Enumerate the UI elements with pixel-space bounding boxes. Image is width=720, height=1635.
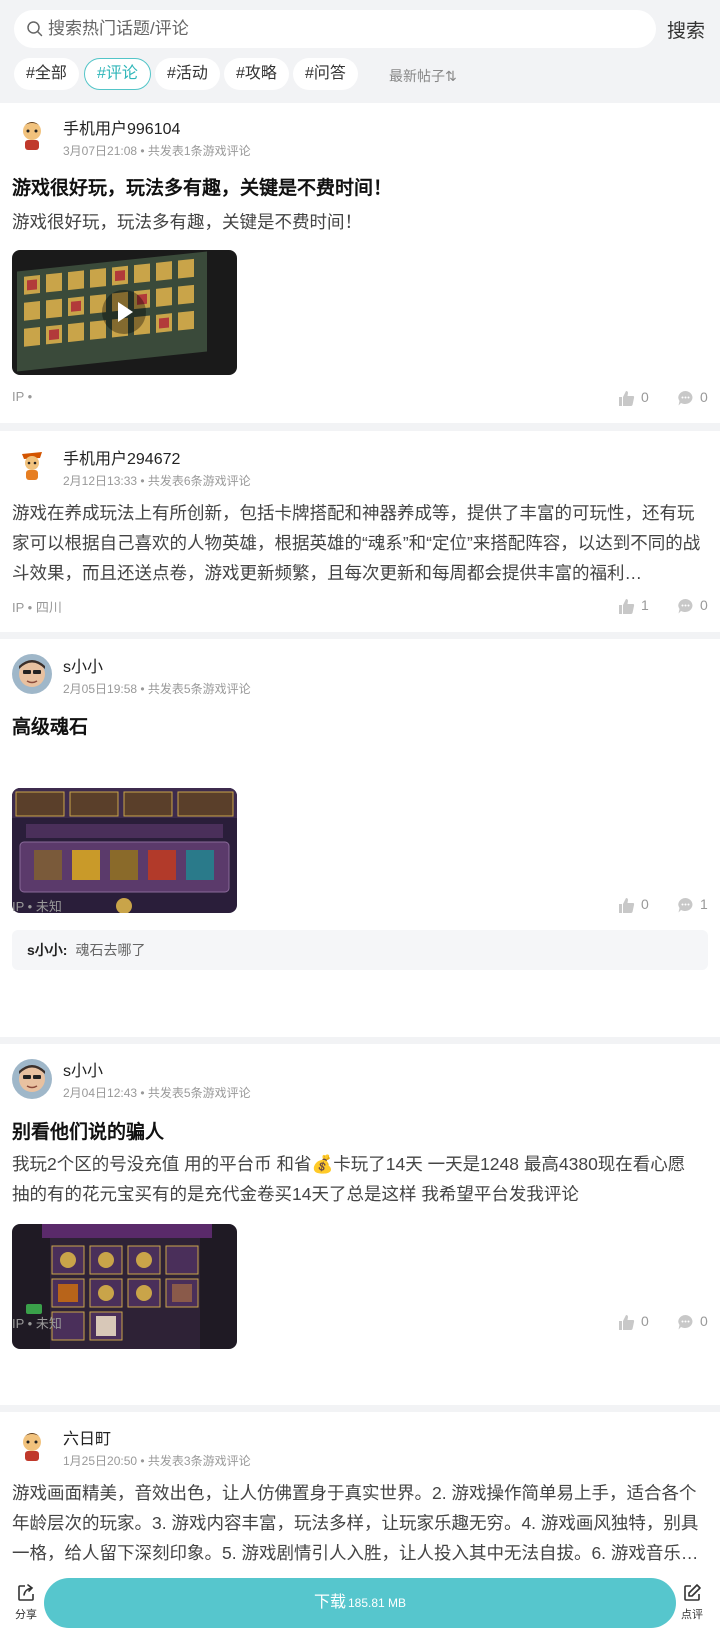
comment-icon bbox=[678, 390, 693, 406]
post-card[interactable]: s小小 2月05日19:58 • 共发表5条游戏评论 高级魂石 IP • 未知 … bbox=[0, 639, 720, 1037]
comment-icon bbox=[678, 897, 693, 913]
avatar[interactable] bbox=[12, 115, 52, 155]
like-count: 0 bbox=[641, 389, 649, 405]
like-count: 1 bbox=[641, 597, 649, 613]
comment-button[interactable]: 1 bbox=[677, 894, 708, 914]
post-text: 游戏在养成玩法上有所创新，包括卡牌搭配和神器养成等，提供了丰富的可玩性，还有玩家… bbox=[12, 503, 701, 583]
thumbs-up-icon bbox=[619, 598, 635, 614]
post-card[interactable]: 手机用户294672 2月12日13:33 • 共发表6条游戏评论 游戏在养成玩… bbox=[0, 431, 720, 632]
thumbs-up-icon bbox=[619, 1314, 635, 1330]
comment-count: 0 bbox=[700, 597, 708, 613]
post-meta: 3月07日21:08 • 共发表1条游戏评论 bbox=[63, 144, 251, 158]
username[interactable]: s小小 bbox=[63, 1057, 103, 1081]
download-label: 下载 bbox=[313, 1594, 346, 1611]
tag-qa[interactable]: #问答 bbox=[293, 58, 358, 90]
reply-preview[interactable]: s小小: 魂石去哪了 bbox=[12, 930, 708, 970]
post-meta: 2月12日13:33 • 共发表6条游戏评论 bbox=[63, 474, 251, 488]
comment-count: 0 bbox=[700, 389, 708, 405]
post-card[interactable]: s小小 2月04日12:43 • 共发表5条游戏评论 别看他们说的骗人 我玩2个… bbox=[0, 1044, 720, 1405]
tag-all[interactable]: #全部 bbox=[14, 58, 79, 90]
comment-button[interactable]: 0 bbox=[677, 387, 708, 407]
username[interactable]: 手机用户294672 bbox=[63, 445, 180, 469]
share-icon bbox=[18, 1584, 34, 1601]
tag-events[interactable]: #活动 bbox=[155, 58, 220, 90]
comment-icon bbox=[678, 598, 693, 614]
post-title: 高级魂石 bbox=[12, 717, 89, 738]
avatar-image bbox=[12, 444, 52, 484]
search-icon bbox=[27, 21, 43, 37]
search-box[interactable] bbox=[14, 10, 656, 48]
like-count: 0 bbox=[641, 896, 649, 912]
post-meta: 2月05日19:58 • 共发表5条游戏评论 bbox=[63, 682, 251, 696]
ip-location: IP • bbox=[12, 389, 33, 404]
ip-location: IP • 四川 bbox=[12, 600, 62, 615]
like-button[interactable]: 0 bbox=[618, 894, 649, 914]
edit-icon bbox=[684, 1584, 701, 1601]
tag-guides[interactable]: #攻略 bbox=[224, 58, 289, 90]
reply-text: 魂石去哪了 bbox=[75, 942, 146, 958]
game-screenshot-image bbox=[12, 788, 237, 913]
tag-reviews[interactable]: #评论 bbox=[84, 58, 151, 90]
username[interactable]: 手机用户996104 bbox=[63, 115, 180, 139]
avatar-image bbox=[12, 115, 52, 155]
thumbs-up-icon bbox=[619, 390, 635, 406]
post-image[interactable] bbox=[12, 788, 237, 913]
search-input[interactable] bbox=[48, 10, 638, 48]
post-text: 我玩2个区的号没充值 用的平台币 和省💰卡玩了14天 一天是1248 最高438… bbox=[12, 1154, 686, 1204]
avatar[interactable] bbox=[12, 654, 52, 694]
post-text: 游戏画面精美，音效出色，让人仿佛置身于真实世界。2. 游戏操作简单易上手，适合各… bbox=[12, 1483, 699, 1563]
ip-location: IP • 未知 bbox=[12, 1316, 62, 1331]
avatar[interactable] bbox=[12, 444, 52, 484]
share-button[interactable]: 分享 bbox=[4, 1583, 48, 1622]
bottom-bar: 分享 下载 185.81 MB 点评 bbox=[0, 1575, 720, 1635]
reply-username: s小小: bbox=[27, 942, 68, 958]
download-size: 185.81 MB bbox=[347, 1596, 407, 1610]
avatar-image bbox=[12, 1426, 52, 1466]
comment-button[interactable]: 0 bbox=[677, 1311, 708, 1331]
review-label: 点评 bbox=[681, 1609, 703, 1621]
avatar-image bbox=[12, 1059, 52, 1099]
avatar-image bbox=[12, 654, 52, 694]
video-thumbnail[interactable] bbox=[12, 250, 237, 375]
download-button[interactable]: 下载 185.81 MB bbox=[44, 1578, 676, 1628]
comment-count: 1 bbox=[700, 896, 708, 912]
like-button[interactable]: 1 bbox=[618, 595, 649, 615]
comment-count: 0 bbox=[700, 1313, 708, 1329]
post-meta: 2月04日12:43 • 共发表5条游戏评论 bbox=[63, 1086, 251, 1100]
review-button[interactable]: 点评 bbox=[670, 1583, 714, 1622]
like-count: 0 bbox=[641, 1313, 649, 1329]
username[interactable]: 六日町 bbox=[63, 1425, 111, 1449]
search-button[interactable]: 搜索 bbox=[667, 16, 705, 43]
sort-toggle[interactable]: 最新帖子⇅ bbox=[389, 66, 457, 86]
video-frame-image bbox=[12, 250, 237, 375]
post-meta: 1月25日20:50 • 共发表3条游戏评论 bbox=[63, 1454, 251, 1468]
share-label: 分享 bbox=[15, 1609, 37, 1621]
comment-button[interactable]: 0 bbox=[677, 595, 708, 615]
post-title: 别看他们说的骗人 bbox=[12, 1122, 165, 1143]
like-button[interactable]: 0 bbox=[618, 387, 649, 407]
ip-location: IP • 未知 bbox=[12, 899, 62, 914]
like-button[interactable]: 0 bbox=[618, 1311, 649, 1331]
top-bar: 搜索 #全部 #评论 #活动 #攻略 #问答 最新帖子⇅ bbox=[0, 0, 720, 103]
username[interactable]: s小小 bbox=[63, 653, 103, 677]
post-card[interactable]: 手机用户996104 3月07日21:08 • 共发表1条游戏评论 游戏很好玩，… bbox=[0, 103, 720, 423]
avatar[interactable] bbox=[12, 1059, 52, 1099]
post-text: 游戏很好玩，玩法多有趣，关键是不费时间！ bbox=[12, 212, 362, 232]
avatar[interactable] bbox=[12, 1426, 52, 1466]
comment-icon bbox=[678, 1314, 693, 1330]
thumbs-up-icon bbox=[619, 897, 635, 913]
post-title: 游戏很好玩，玩法多有趣，关键是不费时间！ bbox=[12, 178, 393, 199]
